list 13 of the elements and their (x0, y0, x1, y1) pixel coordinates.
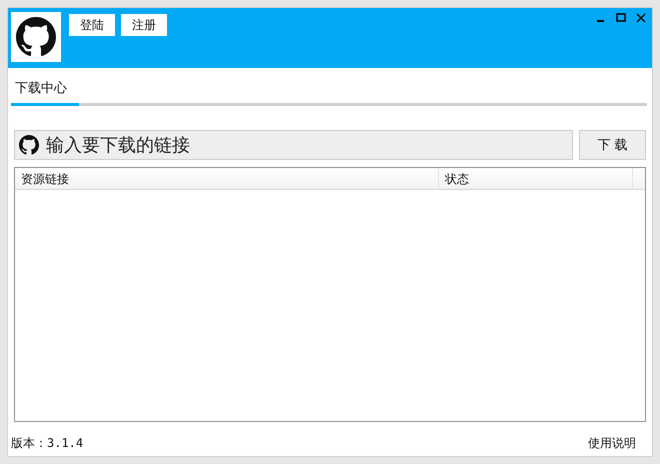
logo-icon (11, 12, 61, 62)
maximize-icon[interactable] (616, 13, 626, 23)
tab[interactable]: 下载中心 (11, 78, 79, 106)
header-button[interactable]: 注册 (121, 14, 167, 36)
url-field[interactable]: 输入要下载的链接 (14, 130, 573, 160)
github-icon (19, 135, 39, 155)
version-label: 版本：3.1.4 (11, 435, 84, 452)
help-link[interactable]: 使用说明 (588, 434, 636, 452)
download-button[interactable]: 下 载 (579, 130, 646, 160)
column-header[interactable]: 资源链接 (15, 168, 439, 189)
column-header[interactable]: 状态 (439, 168, 633, 189)
header-button[interactable]: 登陆 (69, 14, 115, 36)
close-icon[interactable] (636, 13, 646, 23)
